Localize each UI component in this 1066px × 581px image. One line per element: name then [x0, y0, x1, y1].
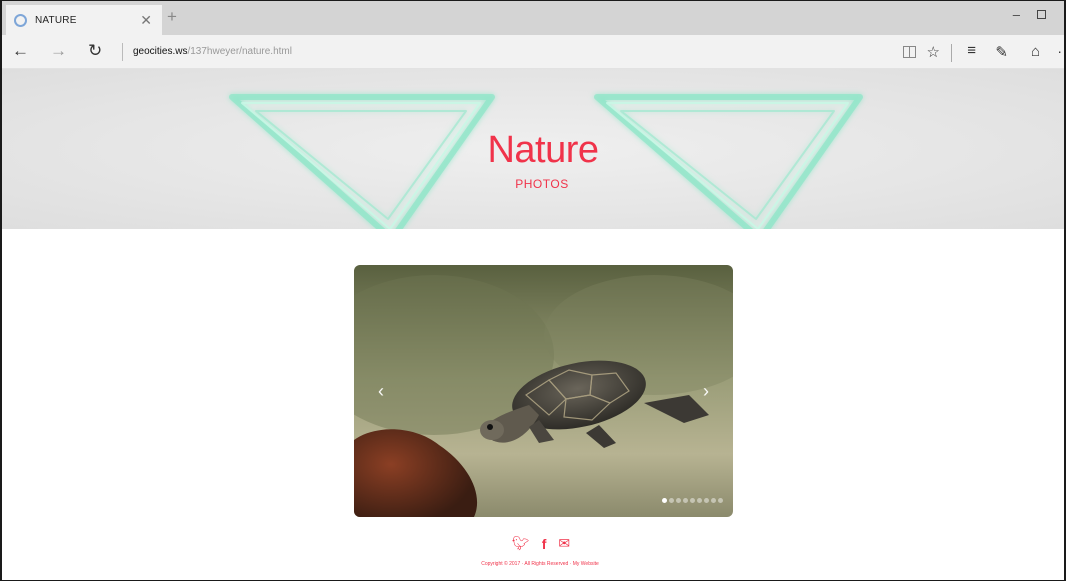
social-links: 🐦︎ f ✉︎	[2, 535, 1064, 552]
toolbar-divider	[951, 44, 952, 62]
address-path: /137hweyer/nature.html	[187, 46, 292, 57]
turtle-photo	[354, 265, 733, 517]
navigation-bar: ← → ↻ geocities.ws/137hweyer/nature.html…	[2, 35, 1064, 69]
refresh-icon[interactable]: ↻	[88, 41, 102, 61]
slider-dot[interactable]	[662, 498, 667, 503]
facebook-icon[interactable]: f	[542, 536, 547, 552]
page-favicon-icon	[14, 13, 27, 27]
slider-dot[interactable]	[711, 498, 716, 503]
twitter-icon[interactable]: 🐦︎	[512, 535, 530, 552]
site-title: Nature	[487, 129, 599, 171]
slider-pagination	[662, 498, 723, 503]
restore-window-icon[interactable]	[1037, 10, 1046, 19]
address-bar[interactable]: geocities.ws/137hweyer/nature.html	[133, 46, 292, 57]
tab-title: NATURE	[35, 14, 77, 26]
web-note-icon[interactable]: ✎	[995, 43, 1008, 61]
address-divider	[122, 43, 123, 61]
slider-prev-arrow[interactable]: ‹	[378, 381, 384, 402]
favorite-star-icon[interactable]: ☆	[927, 43, 940, 61]
address-host: geocities.ws	[133, 46, 188, 57]
slider-dot[interactable]	[676, 498, 681, 503]
tab-strip: NATURE ✕ + –	[2, 1, 1064, 35]
slider-dot[interactable]	[669, 498, 674, 503]
browser-tab[interactable]: NATURE ✕	[6, 5, 162, 35]
slider-dot[interactable]	[704, 498, 709, 503]
back-arrow-icon[interactable]: ←	[12, 41, 29, 61]
minimize-window-icon[interactable]: –	[1013, 7, 1020, 22]
new-tab-icon[interactable]: +	[167, 7, 177, 27]
copyright-text: Copyright © 2017 · All Rights Reserved ·…	[481, 561, 599, 567]
hub-icon[interactable]: ≡	[967, 42, 976, 59]
site-subtitle: PHOTOS	[515, 177, 569, 191]
slider-dot[interactable]	[690, 498, 695, 503]
slider-dot[interactable]	[697, 498, 702, 503]
forward-arrow-icon[interactable]: →	[50, 41, 67, 61]
slider-dot[interactable]	[683, 498, 688, 503]
slider-next-arrow[interactable]: ›	[703, 381, 709, 402]
close-tab-icon[interactable]: ✕	[140, 12, 152, 29]
share-icon[interactable]: ⌂	[1031, 43, 1040, 60]
slider-dot[interactable]	[718, 498, 723, 503]
mail-icon[interactable]: ✉︎	[558, 535, 570, 552]
reading-view-icon[interactable]	[903, 46, 916, 58]
header-banner: Nature PHOTOS	[2, 69, 1064, 229]
photo-slider[interactable]: ‹ ›	[354, 265, 733, 517]
browser-window: NATURE ✕ + – ← → ↻ geocities.ws/137hweye…	[0, 0, 1066, 581]
more-options-icon[interactable]: ·	[1057, 43, 1062, 59]
